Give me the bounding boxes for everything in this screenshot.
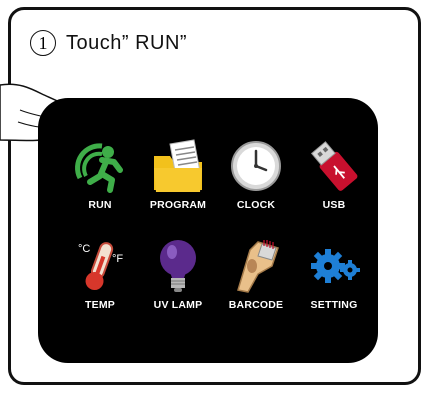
menu-item-label: SETTING — [310, 299, 358, 311]
menu-item-label: RUN — [88, 199, 112, 211]
run-icon — [75, 143, 123, 193]
gears-icon — [311, 249, 360, 283]
clock-icon — [231, 141, 281, 191]
menu-item-run[interactable]: RUN — [60, 136, 140, 226]
program-folder-icon — [154, 139, 202, 192]
device-touchscreen: RUN PROGRAM CLOCK USB °C °F TEMP UV LAMP… — [38, 98, 378, 363]
step-number: 1 — [30, 30, 56, 56]
menu-item-label: TEMP — [85, 299, 115, 311]
menu-item-clock[interactable]: CLOCK — [216, 136, 296, 226]
menu-item-uv-lamp[interactable]: UV LAMP — [138, 236, 218, 326]
menu-item-barcode[interactable]: BARCODE — [216, 236, 296, 326]
step-instruction-text: Touch” RUN” — [66, 31, 188, 54]
menu-item-label: CLOCK — [236, 199, 276, 211]
svg-text:°C: °C — [78, 243, 90, 255]
menu-item-label: PROGRAM — [149, 199, 207, 211]
usb-icon — [310, 141, 358, 191]
barcode-scanner-icon — [237, 240, 279, 293]
menu-item-temp[interactable]: °C °F TEMP — [60, 236, 140, 326]
menu-item-program[interactable]: PROGRAM — [138, 136, 218, 226]
svg-text:°F: °F — [112, 253, 123, 265]
thermometer-icon: °C °F — [78, 242, 123, 291]
menu-item-usb[interactable]: USB — [294, 136, 374, 226]
menu-item-setting[interactable]: SETTING — [294, 236, 374, 326]
menu-item-label: BARCODE — [228, 299, 284, 311]
menu-item-label: USB — [322, 199, 346, 211]
menu-item-label: UV LAMP — [153, 299, 203, 311]
uv-lamp-icon — [160, 240, 196, 292]
instruction-step: 1 Touch” RUN” — [30, 30, 187, 56]
